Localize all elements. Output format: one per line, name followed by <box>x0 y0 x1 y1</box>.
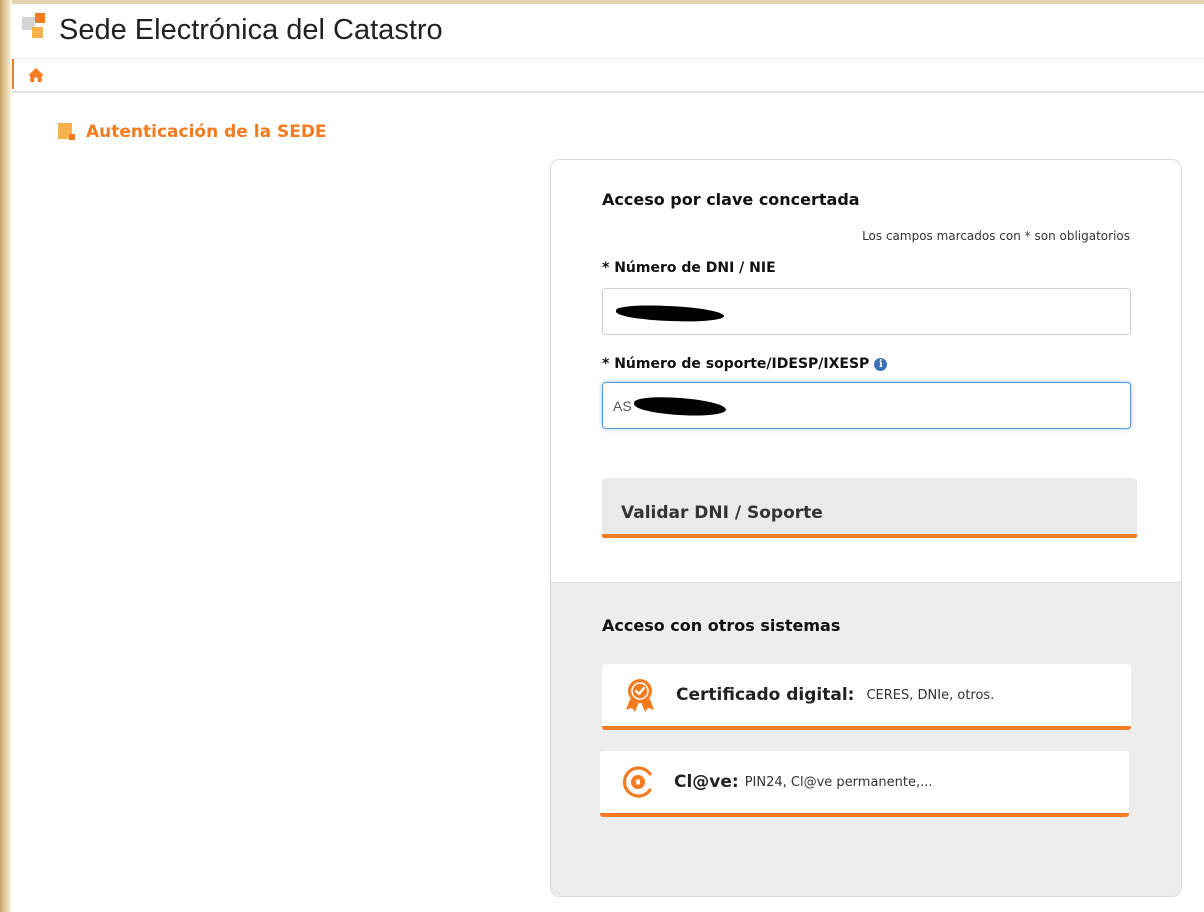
dni-label-text: * Número de DNI / NIE <box>602 260 776 276</box>
site-header: Sede Electrónica del Catastro <box>12 4 1204 59</box>
clave-title: Cl@ve: <box>674 772 739 792</box>
validate-button[interactable]: Validar DNI / Soporte <box>602 478 1137 538</box>
soporte-redaction <box>633 395 727 418</box>
clave-button[interactable]: Cl@ve: PIN24, Cl@ve permanente,... <box>600 751 1129 817</box>
soporte-input[interactable]: AS <box>602 382 1131 429</box>
soporte-label: * Número de soporte/IDESP/IXESP i <box>602 356 888 372</box>
otros-sistemas-heading: Acceso con otros sistemas <box>602 616 841 635</box>
clave-concertada-heading: Acceso por clave concertada <box>602 190 860 209</box>
certificado-title: Certificado digital: <box>676 685 855 705</box>
certificado-digital-button[interactable]: Certificado digital: CERES, DNIe, otros. <box>602 664 1131 730</box>
dni-label: * Número de DNI / NIE <box>602 260 776 276</box>
nav-bar <box>12 59 1204 93</box>
otros-sistemas-panel: Acceso con otros sistemas Certificado di… <box>551 582 1181 896</box>
section-icon <box>58 122 78 142</box>
page-left-edge <box>0 0 12 912</box>
clave-concertada-panel: Acceso por clave concertada Los campos m… <box>551 160 1181 582</box>
certificate-badge-icon <box>626 679 654 712</box>
info-icon[interactable]: i <box>874 357 888 371</box>
required-fields-note: Los campos marcados con * son obligatori… <box>862 229 1130 243</box>
site-title: Sede Electrónica del Catastro <box>59 14 443 46</box>
home-icon[interactable] <box>26 65 46 85</box>
login-card: Acceso por clave concertada Los campos m… <box>550 159 1182 897</box>
dni-input[interactable] <box>602 288 1131 335</box>
soporte-label-text: * Número de soporte/IDESP/IXESP <box>602 356 870 372</box>
clave-at-icon <box>622 766 652 798</box>
section-title: Autenticación de la SEDE <box>58 122 327 142</box>
catastro-logo-icon <box>22 13 48 39</box>
nav-accent <box>12 59 14 89</box>
clave-description: PIN24, Cl@ve permanente,... <box>744 774 933 790</box>
dni-redaction <box>615 304 725 323</box>
soporte-input-value: AS <box>613 397 632 414</box>
section-title-text: Autenticación de la SEDE <box>86 122 327 142</box>
certificado-description: CERES, DNIe, otros. <box>866 687 995 703</box>
